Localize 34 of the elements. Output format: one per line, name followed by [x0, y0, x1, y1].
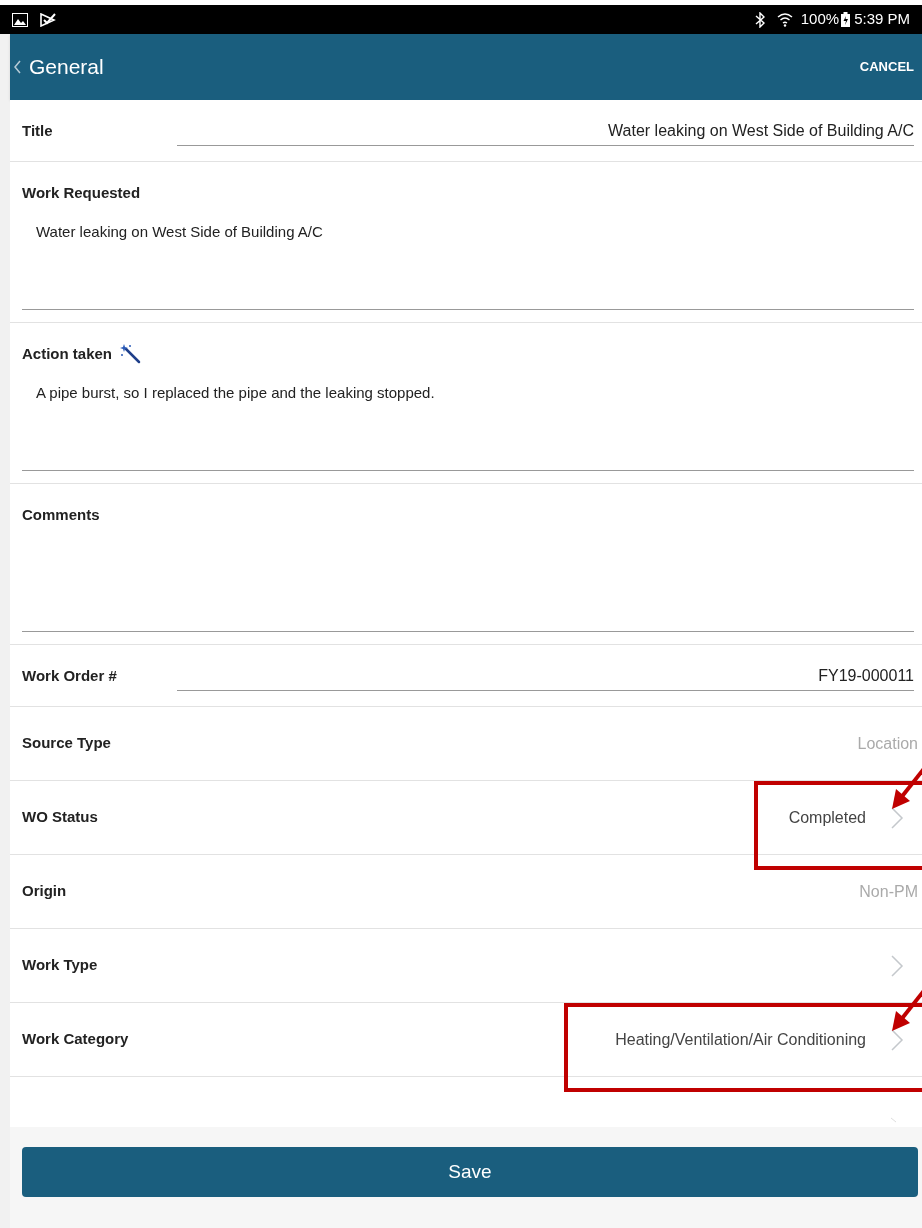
- field-label: Source Type: [22, 733, 111, 754]
- magic-wand-icon[interactable]: [120, 344, 142, 365]
- chevron-right-icon: [890, 953, 904, 978]
- field-label: Work Category: [22, 1029, 129, 1050]
- field-value: Location: [857, 733, 918, 754]
- field-label: Title: [22, 121, 53, 139]
- text-field[interactable]: FY19-000011: [177, 660, 914, 691]
- chevron-right-icon: [890, 1027, 904, 1052]
- back-chevron-icon: [14, 60, 21, 74]
- battery-icon: [841, 12, 851, 27]
- image-icon: [12, 12, 28, 27]
- field-label: Work Type: [22, 955, 98, 976]
- field-label: Origin: [22, 881, 67, 902]
- cancel-button[interactable]: CANCEL: [859, 57, 914, 77]
- field-value: Non-PM: [859, 881, 918, 902]
- field-label: Action taken: [22, 344, 112, 364]
- wifi-icon: [776, 12, 793, 27]
- field-label: Comments: [22, 505, 100, 525]
- text-area[interactable]: A pipe burst, so I replaced the pipe and the leaking stopped.: [22, 377, 914, 471]
- text-field[interactable]: Water leaking on West Side of Building A/C: [177, 115, 914, 146]
- bluetooth-icon: [754, 11, 765, 28]
- battery-percentage: 100%: [800, 9, 840, 30]
- chevron-right-icon: [890, 1117, 898, 1123]
- check-icon: [40, 12, 56, 27]
- field-label: Work Order #: [22, 666, 117, 684]
- clock: 5:39 PM: [854, 9, 910, 30]
- field-value: Completed: [788, 807, 866, 828]
- field-label: WO Status: [22, 807, 98, 828]
- back-button[interactable]: General: [14, 51, 104, 83]
- text-area[interactable]: Water leaking on West Side of Building A/C: [22, 216, 914, 310]
- chevron-right-icon: [890, 805, 904, 830]
- field-label: Work Requested: [22, 183, 141, 203]
- save-button[interactable]: Save: [22, 1147, 918, 1197]
- field-value: Heating/Ventilation/Air Conditioning: [615, 1029, 866, 1050]
